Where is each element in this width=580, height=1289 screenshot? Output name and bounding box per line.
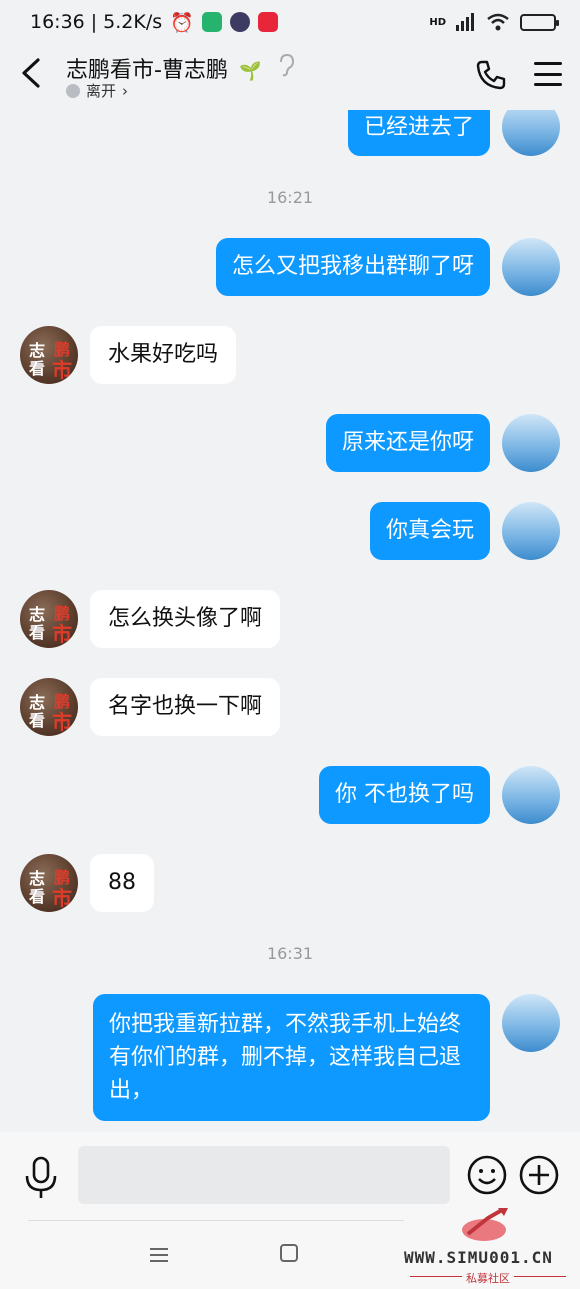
message-bubble-incoming[interactable]: 怎么换头像了啊 bbox=[90, 590, 281, 648]
app-xiaohongshu-icon bbox=[257, 12, 278, 32]
chevron-right-icon: › bbox=[122, 81, 129, 100]
menu-line bbox=[534, 83, 562, 86]
back-button[interactable] bbox=[18, 56, 48, 90]
message-bubble-outgoing[interactable]: 已经进去了 bbox=[347, 110, 490, 156]
voice-button[interactable] bbox=[22, 1154, 60, 1202]
watermark-label: 私募社区 bbox=[466, 1272, 510, 1285]
timestamp: 16:31 bbox=[266, 944, 314, 963]
menu-line bbox=[534, 72, 562, 76]
my-avatar[interactable] bbox=[502, 414, 560, 472]
my-avatar[interactable] bbox=[502, 502, 560, 560]
status-time: 16:36 bbox=[30, 11, 85, 33]
signal-icon bbox=[456, 13, 474, 31]
watermark-logo-icon bbox=[462, 1208, 508, 1241]
timestamp: 16:21 bbox=[266, 188, 314, 207]
menu-button[interactable] bbox=[534, 62, 562, 86]
app-camera-icon bbox=[229, 12, 250, 32]
my-avatar[interactable] bbox=[502, 766, 560, 824]
my-avatar[interactable] bbox=[502, 994, 560, 1052]
microphone-icon bbox=[25, 1156, 57, 1198]
ear-icon[interactable] bbox=[278, 53, 296, 82]
message-bubble-incoming[interactable]: 水果好吃吗 bbox=[90, 326, 237, 384]
message-bubble-outgoing[interactable]: 原来还是你呀 bbox=[325, 414, 490, 472]
app-shield-icon bbox=[201, 12, 222, 32]
chat-header: 志鹏看市-曹志鹏 🌱 离开 › bbox=[0, 44, 580, 110]
recent-apps-button[interactable] bbox=[150, 1248, 168, 1262]
phone-icon bbox=[476, 60, 506, 90]
message-bubble-outgoing[interactable]: 你真会玩 bbox=[369, 502, 490, 560]
contact-avatar[interactable]: 志看鹏市 bbox=[20, 854, 78, 912]
watermark: WWW.SIMU001.CN 私募社区 bbox=[398, 1206, 578, 1286]
menu-line bbox=[534, 62, 562, 65]
divider bbox=[28, 1220, 404, 1221]
network-speed: 5.2K/s bbox=[103, 11, 163, 33]
sprout-icon: 🌱 bbox=[238, 61, 262, 82]
more-actions-button[interactable] bbox=[518, 1154, 560, 1196]
presence-status[interactable]: 离开 › bbox=[66, 80, 128, 101]
hd-label: HD bbox=[429, 16, 446, 28]
message-input[interactable] bbox=[78, 1146, 450, 1204]
message-list[interactable]: 已经进去了 16:21 怎么又把我移出群聊了呀 志看鹏市 水果好吃吗 原来还是你… bbox=[0, 110, 580, 1132]
message-bubble-incoming[interactable]: 名字也换一下啊 bbox=[90, 678, 281, 736]
back-chevron-icon bbox=[22, 58, 40, 88]
my-avatar[interactable] bbox=[502, 110, 560, 156]
my-avatar[interactable] bbox=[502, 238, 560, 296]
plus-circle-icon bbox=[519, 1155, 559, 1195]
status-bar: 16:36 | 5.2K/s ⏰ HD bbox=[0, 0, 580, 44]
message-bubble-incoming[interactable]: 88 bbox=[90, 854, 154, 912]
smiley-icon bbox=[467, 1155, 507, 1195]
contact-avatar[interactable]: 志看鹏市 bbox=[20, 590, 78, 648]
emoji-button[interactable] bbox=[466, 1154, 508, 1196]
battery-icon bbox=[520, 13, 559, 31]
watermark-url: WWW.SIMU001.CN bbox=[404, 1248, 553, 1267]
wifi-icon bbox=[487, 13, 509, 31]
contact-avatar[interactable]: 志看鹏市 bbox=[20, 326, 78, 384]
message-bubble-outgoing[interactable]: 你 不也换了吗 bbox=[319, 766, 490, 824]
contact-avatar[interactable]: 志看鹏市 bbox=[20, 678, 78, 736]
presence-dot-icon bbox=[66, 83, 80, 98]
home-button[interactable] bbox=[280, 1244, 298, 1262]
presence-label: 离开 bbox=[86, 82, 117, 100]
message-bubble-outgoing[interactable]: 你把我重新拉群，不然我手机上始终有你们的群，删不掉，这样我自己退出， bbox=[93, 994, 490, 1121]
message-bubble-outgoing[interactable]: 怎么又把我移出群聊了呀 bbox=[215, 238, 490, 296]
call-button[interactable] bbox=[474, 58, 508, 92]
alarm-icon: ⏰ bbox=[170, 11, 194, 34]
